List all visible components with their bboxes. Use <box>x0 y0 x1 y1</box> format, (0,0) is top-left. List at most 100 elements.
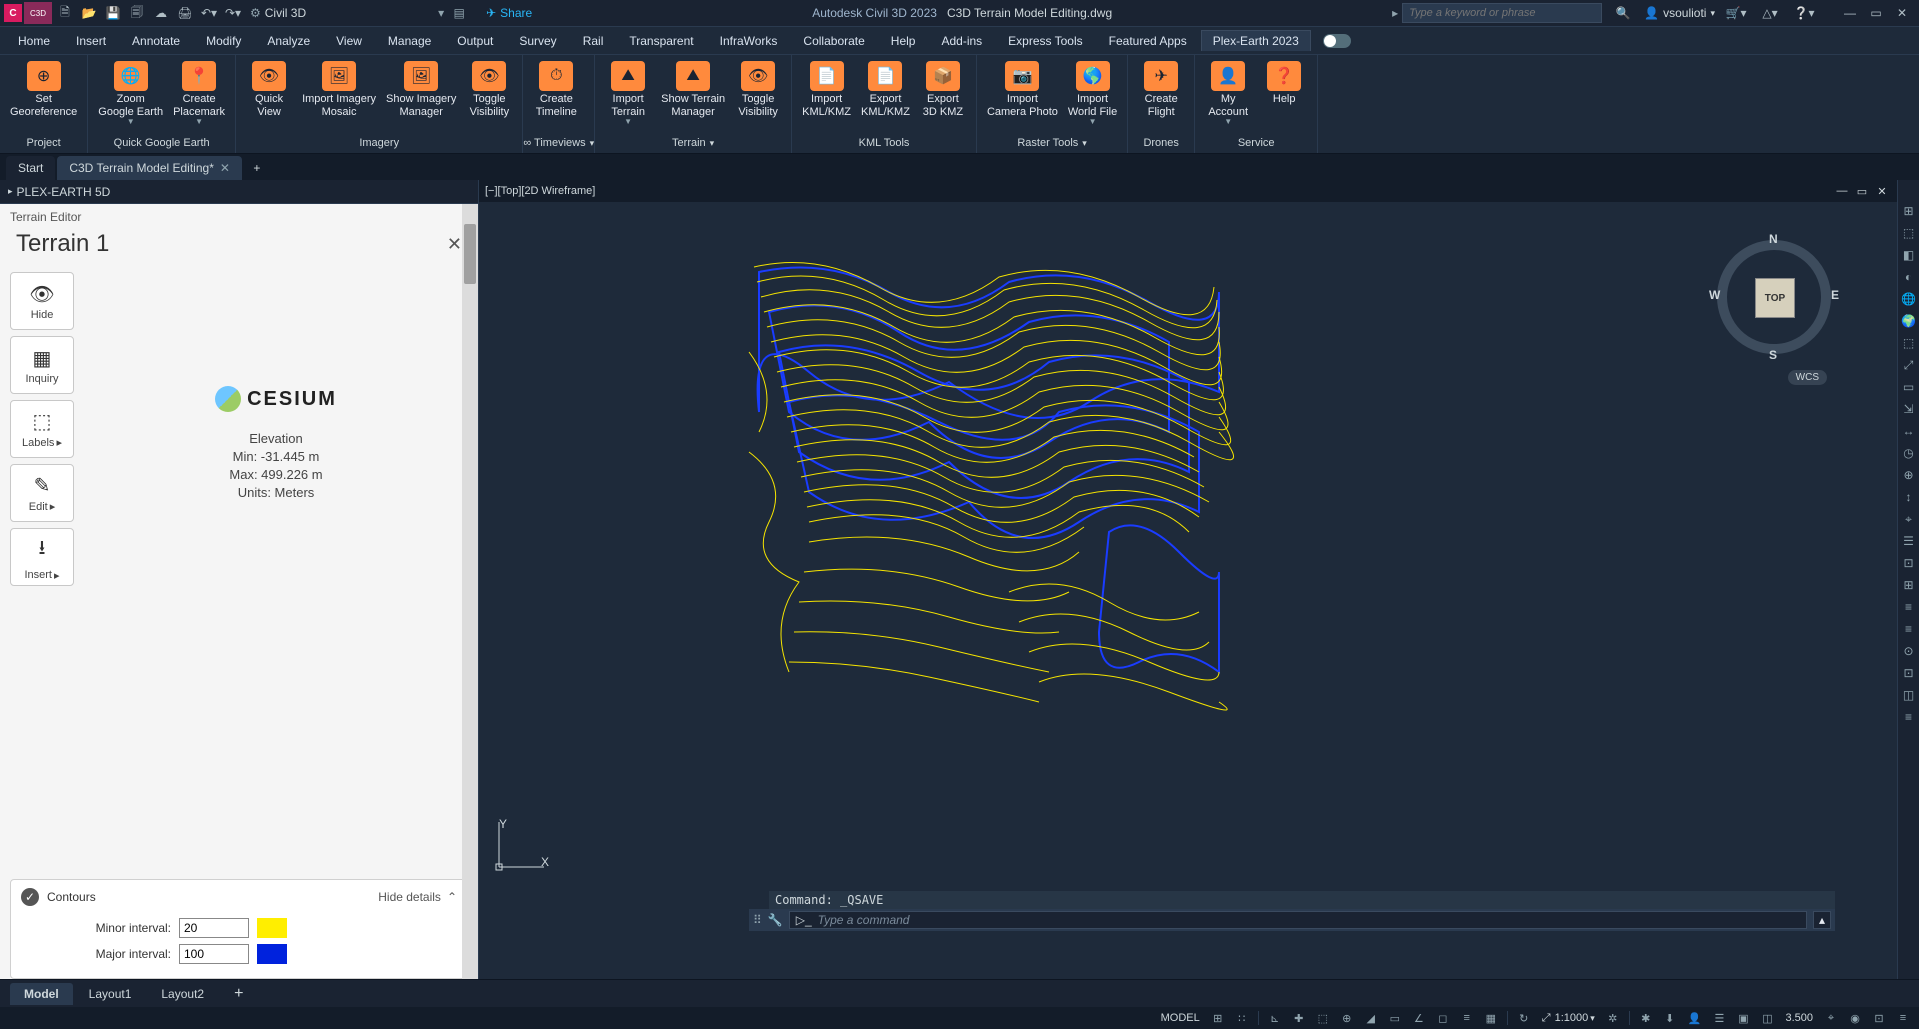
isolate-icon[interactable]: ◉ <box>1845 1009 1865 1027</box>
search-chevron-icon[interactable]: ▸ <box>1392 6 1398 20</box>
nav-tool-1[interactable]: ⬚ <box>1900 224 1918 242</box>
cycle-icon[interactable]: ↻ <box>1514 1009 1534 1027</box>
chevron-right-icon[interactable]: ▸ <box>8 186 13 197</box>
ribbon-toggle-visibility[interactable]: 👁Toggle Visibility <box>462 59 516 121</box>
menu-add-ins[interactable]: Add-ins <box>929 30 994 52</box>
dyninput-icon[interactable]: ✚ <box>1289 1009 1309 1027</box>
close-icon[interactable]: ✕ <box>220 161 230 175</box>
tool-labels[interactable]: ⬚Labels▸ <box>10 400 74 458</box>
tool-insert[interactable]: ⭳Insert▸ <box>10 528 74 586</box>
menu-home[interactable]: Home <box>6 30 62 52</box>
person-icon[interactable]: 👤 <box>1684 1009 1706 1027</box>
gear-icon[interactable]: ✲ <box>1603 1009 1623 1027</box>
custom-icon[interactable]: ≡ <box>1893 1009 1913 1027</box>
ribbon-show-imagery-manager[interactable]: 🖼Show Imagery Manager <box>382 59 460 121</box>
ribbon-show-terrain-manager[interactable]: ⛰Show Terrain Manager <box>657 59 729 121</box>
ribbon-import-imagery-mosaic[interactable]: 🖼Import Imagery Mosaic <box>298 59 380 121</box>
web-icon[interactable]: ☁ <box>150 2 172 24</box>
nav-tool-5[interactable]: 🌍 <box>1900 312 1918 330</box>
menu-featured-apps[interactable]: Featured Apps <box>1097 30 1199 52</box>
new-icon[interactable]: 🗎 <box>54 2 76 24</box>
doc-tab[interactable]: C3D Terrain Model Editing*✕ <box>57 156 242 180</box>
search-icon[interactable]: 🔍 <box>1610 1 1636 25</box>
command-input[interactable]: ▷_Type a command <box>789 911 1807 929</box>
viewport[interactable]: [−][Top][2D Wireframe] — ▭ ✕ <box>478 180 1897 979</box>
panel-title[interactable]: Imagery <box>236 133 522 153</box>
menu-insert[interactable]: Insert <box>64 30 118 52</box>
open-icon[interactable]: 📂 <box>78 2 100 24</box>
nav-tool-13[interactable]: ↕ <box>1900 488 1918 506</box>
minor-interval-input[interactable] <box>179 918 249 938</box>
otrack-icon[interactable]: ◻ <box>1433 1009 1453 1027</box>
nav-tool-3[interactable]: ◐ <box>1900 268 1918 286</box>
major-color-swatch[interactable] <box>257 944 287 964</box>
drawing-canvas[interactable]: N S E W TOP WCS Y X Command: _QSAVE ⠿ 🔧 … <box>479 202 1875 933</box>
nav-tool-0[interactable]: ⊞ <box>1900 202 1918 220</box>
scrollbar[interactable] <box>462 204 478 979</box>
menu-annotate[interactable]: Annotate <box>120 30 192 52</box>
nav-tool-10[interactable]: ↔ <box>1900 422 1918 440</box>
autodesk-icon[interactable]: △▾ <box>1757 1 1783 25</box>
nav-tool-17[interactable]: ⊞ <box>1900 576 1918 594</box>
menu-collaborate[interactable]: Collaborate <box>791 30 876 52</box>
help-icon[interactable]: ❔▾ <box>1791 1 1817 25</box>
nav-tool-21[interactable]: ⊡ <box>1900 664 1918 682</box>
grid-icon[interactable]: ⊞ <box>1208 1009 1228 1027</box>
ribbon-import-kml-kmz[interactable]: 📄Import KML/KMZ <box>798 59 855 121</box>
nav-tool-6[interactable]: ⬚ <box>1900 334 1918 352</box>
model-space-button[interactable]: MODEL <box>1157 1009 1204 1027</box>
compass-e[interactable]: E <box>1831 288 1839 302</box>
lwt-icon[interactable]: ≡ <box>1457 1009 1477 1027</box>
nav-tool-9[interactable]: ⇲ <box>1900 400 1918 418</box>
recent-commands-icon[interactable]: ▴ <box>1813 911 1831 929</box>
tool-edit[interactable]: ✎Edit▸ <box>10 464 74 522</box>
compass-face[interactable]: TOP <box>1755 278 1795 318</box>
ribbon-quick-view[interactable]: 👁Quick View <box>242 59 296 121</box>
close-icon[interactable]: ✕ <box>447 234 462 255</box>
grip-icon[interactable]: ⠿ <box>753 913 762 927</box>
ribbon-create-flight[interactable]: ✈Create Flight <box>1134 59 1188 121</box>
anno-scale[interactable]: ⤢1:1000▾ <box>1538 1009 1599 1027</box>
menu-survey[interactable]: Survey <box>507 30 568 52</box>
doc-tab[interactable]: Start <box>6 156 55 180</box>
isodraft-icon[interactable]: ◢ <box>1361 1009 1381 1027</box>
wcs-badge[interactable]: WCS <box>1788 370 1827 385</box>
menu-express-tools[interactable]: Express Tools <box>996 30 1094 52</box>
view-cube[interactable]: N S E W TOP <box>1709 232 1839 362</box>
plot-icon[interactable]: 🖨 <box>174 2 196 24</box>
panel-title[interactable]: Terrain▾ <box>595 133 791 153</box>
menu-infraworks[interactable]: InfraWorks <box>708 30 790 52</box>
vp-maximize-icon[interactable]: ▭ <box>1853 183 1871 199</box>
ribbon-create-placemark[interactable]: 📍Create Placemark▼ <box>169 59 229 128</box>
vp-minimize-icon[interactable]: — <box>1833 183 1851 199</box>
add-layout-button[interactable]: + <box>220 983 248 1005</box>
ribbon-export-kml-kmz[interactable]: 📄Export KML/KMZ <box>857 59 914 121</box>
menu-modify[interactable]: Modify <box>194 30 253 52</box>
decimal-value[interactable]: 3.500 <box>1781 1009 1817 1027</box>
filter-icon[interactable]: ☰ <box>1709 1009 1729 1027</box>
ribbon-import-camera-photo[interactable]: 📷Import Camera Photo <box>983 59 1062 121</box>
nav-tool-2[interactable]: ◧ <box>1900 246 1918 264</box>
menu-transparent[interactable]: Transparent <box>617 30 705 52</box>
nav-tool-22[interactable]: ◫ <box>1900 686 1918 704</box>
quickprops-icon[interactable]: ▣ <box>1733 1009 1753 1027</box>
ribbon-set-georeference[interactable]: ⊕Set Georeference <box>6 59 81 121</box>
snapgrid-icon[interactable]: ∷ <box>1232 1009 1252 1027</box>
menu-output[interactable]: Output <box>445 30 505 52</box>
minor-color-swatch[interactable] <box>257 918 287 938</box>
vp-close-icon[interactable]: ✕ <box>1873 183 1891 199</box>
nav-tool-20[interactable]: ⊙ <box>1900 642 1918 660</box>
share-button[interactable]: ✈ Share <box>486 6 532 20</box>
undo-icon[interactable]: ↶▾ <box>198 2 220 24</box>
workspace-switcher[interactable]: ⚙ Civil 3D ▾ ▤ <box>250 6 466 20</box>
ribbon-help[interactable]: ❓Help <box>1257 59 1311 108</box>
panel-title[interactable]: KML Tools <box>792 133 976 153</box>
viewport-label[interactable]: [−][Top][2D Wireframe] <box>485 185 595 197</box>
panel-title[interactable]: Project <box>0 133 87 153</box>
nav-tool-8[interactable]: ▭ <box>1900 378 1918 396</box>
saveas-icon[interactable]: 🗐 <box>126 2 148 24</box>
search-input[interactable] <box>1402 3 1602 23</box>
nav-tool-4[interactable]: 🌐 <box>1900 290 1918 308</box>
nav-tool-7[interactable]: ⤢ <box>1900 356 1918 374</box>
restore-button[interactable]: ▭ <box>1863 1 1889 25</box>
